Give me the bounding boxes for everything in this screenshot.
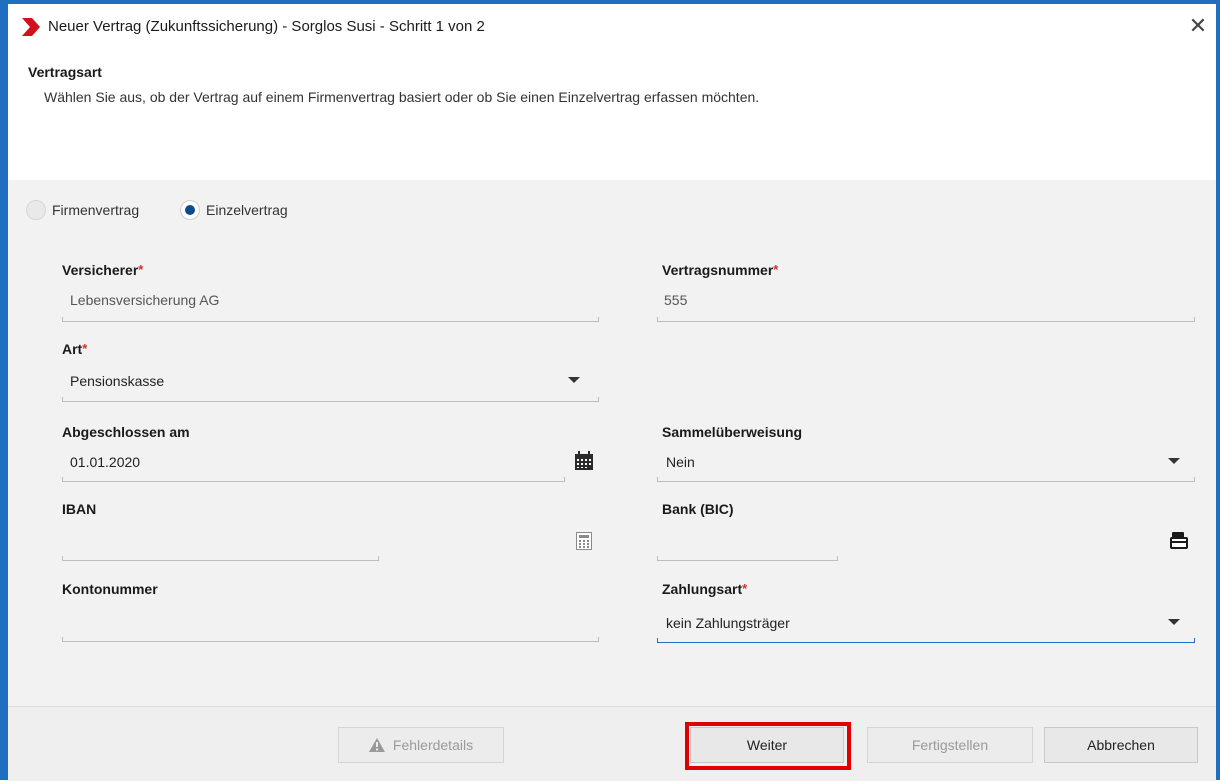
fehlerdetails-button[interactable]: Fehlerdetails [338, 727, 504, 763]
vertragsnummer-underline [657, 317, 1195, 322]
section-description: Wählen Sie aus, ob der Vertrag auf einem… [44, 89, 760, 105]
versicherer-label: Versicherer* [62, 262, 144, 278]
zahlungsart-underline [657, 638, 1195, 643]
header-area: Vertragsart Wählen Sie aus, ob der Vertr… [8, 48, 1216, 180]
radio-button-unchecked[interactable] [26, 200, 46, 220]
radio-button-checked[interactable] [180, 200, 200, 220]
sammelueberweisung-label: Sammelüberweisung [662, 424, 803, 440]
art-dropdown-arrow-icon[interactable] [568, 377, 580, 383]
iban-underline [62, 556, 379, 561]
close-icon[interactable]: ✕ [1184, 12, 1212, 40]
kontonummer-label: Kontonummer [62, 581, 158, 597]
radio-label-firmenvertrag: Firmenvertrag [52, 202, 140, 218]
art-label: Art* [62, 341, 88, 357]
iban-label: IBAN [62, 501, 97, 517]
abgeschlossen-label: Abgeschlossen am [62, 424, 190, 440]
bic-field[interactable] [664, 532, 834, 552]
kontonummer-underline [62, 637, 599, 642]
section-title: Vertragsart [28, 64, 102, 80]
art-select[interactable]: Pensionskasse [70, 373, 164, 389]
versicherer-field[interactable]: Lebensversicherung AG [70, 292, 219, 308]
art-underline [62, 397, 599, 402]
window-title: Neuer Vertrag (Zukunftssicherung) - Sorg… [48, 18, 485, 35]
bic-underline [657, 556, 838, 561]
zahlungsart-dropdown-arrow-icon[interactable] [1168, 619, 1180, 625]
radio-label-einzelvertrag: Einzelvertrag [206, 202, 288, 218]
iban-field[interactable] [70, 532, 370, 552]
versicherer-underline [62, 317, 599, 322]
weiter-button[interactable]: Weiter [690, 727, 844, 763]
abbrechen-button[interactable]: Abbrechen [1044, 727, 1198, 763]
sammelueberweisung-underline [657, 477, 1195, 482]
sammelueberweisung-dropdown-arrow-icon[interactable] [1168, 458, 1180, 464]
sammelueberweisung-select[interactable]: Nein [666, 454, 695, 470]
app-logo-icon [22, 18, 40, 36]
kontonummer-field[interactable] [70, 612, 590, 632]
calendar-icon[interactable] [574, 451, 594, 471]
bank-search-icon[interactable] [1170, 531, 1188, 549]
zahlungsart-select[interactable]: kein Zahlungsträger [666, 615, 790, 631]
zahlungsart-label: Zahlungsart* [662, 581, 748, 597]
fertigstellen-button[interactable]: Fertigstellen [867, 727, 1033, 763]
bic-label: Bank (BIC) [662, 501, 734, 517]
vertragsnummer-field[interactable]: 555 [664, 292, 687, 308]
radio-einzelvertrag[interactable]: Einzelvertrag [180, 200, 288, 220]
footer-bar: Fehlerdetails Weiter Fertigstellen Abbre… [8, 706, 1216, 781]
warning-icon [368, 738, 385, 752]
abgeschlossen-underline [62, 477, 565, 482]
calculator-icon[interactable] [576, 532, 592, 550]
radio-firmenvertrag[interactable]: Firmenvertrag [26, 200, 139, 220]
title-bar: Neuer Vertrag (Zukunftssicherung) - Sorg… [8, 4, 1216, 48]
fehlerdetails-label: Fehlerdetails [392, 737, 474, 753]
vertragsnummer-label: Vertragsnummer* [662, 262, 779, 278]
form-area: Firmenvertrag Einzelvertrag Versicherer*… [8, 180, 1216, 706]
abgeschlossen-date-field[interactable]: 01.01.2020 [70, 454, 140, 470]
